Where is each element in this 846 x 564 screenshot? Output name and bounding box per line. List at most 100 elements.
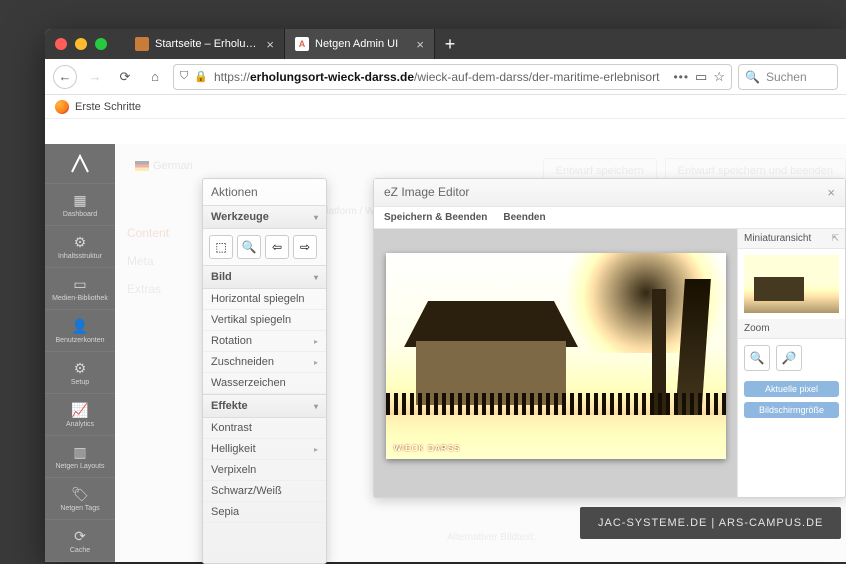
- url-text: https://erholungsort-wieck-darss.de/wiec…: [214, 70, 667, 84]
- zoom-in-icon: 🔍: [750, 351, 765, 365]
- traffic-close-icon[interactable]: [55, 38, 67, 50]
- zoom-actual-button[interactable]: Aktuelle pixel: [744, 381, 839, 397]
- rail-dashboard[interactable]: ▦Dashboard: [45, 184, 115, 226]
- thumbnail-image[interactable]: [744, 255, 839, 313]
- rail-tags[interactable]: 🏷Netgen Tags: [45, 478, 115, 520]
- firefox-icon: [55, 100, 69, 114]
- popout-icon[interactable]: ⇱: [831, 233, 839, 244]
- tab-label: Startseite – Erholungsort Wiec: [155, 38, 260, 50]
- image-icon: ▭: [73, 276, 86, 293]
- layout-icon: ▥: [73, 444, 86, 461]
- refresh-icon: ⟳: [74, 528, 86, 545]
- url-field[interactable]: ⛉ 🔒 https://erholungsort-wieck-darss.de/…: [173, 64, 732, 90]
- action-bw[interactable]: Schwarz/Weiß: [203, 481, 326, 502]
- rail-layouts[interactable]: ▥Netgen Layouts: [45, 436, 115, 478]
- section-image[interactable]: Bild▾: [203, 265, 326, 289]
- chevron-right-icon: ▸: [314, 445, 318, 454]
- tab-label: Netgen Admin UI: [315, 38, 410, 50]
- rail-users[interactable]: 👤Benutzerkonten: [45, 310, 115, 352]
- chevron-down-icon: ▾: [314, 273, 318, 282]
- page-actions-icon[interactable]: •••: [673, 70, 689, 84]
- user-icon: 👤: [71, 318, 88, 335]
- zoom-title: Zoom: [744, 323, 770, 334]
- rail-analytics[interactable]: 📈Analytics: [45, 394, 115, 436]
- left-rail: ▦Dashboard ⚙Inhaltsstruktur ▭Medien-Bibl…: [45, 144, 115, 562]
- search-field[interactable]: 🔍 Suchen: [738, 64, 838, 90]
- image-editor-modal: eZ Image Editor × Speichern & Beenden Be…: [373, 178, 846, 498]
- traffic-min-icon[interactable]: [75, 38, 87, 50]
- close-icon[interactable]: ×: [827, 185, 835, 200]
- favicon-icon: A: [295, 37, 309, 51]
- reload-button[interactable]: ⟳: [113, 65, 137, 89]
- tool-undo[interactable]: ⇦: [265, 235, 289, 259]
- actions-panel: Aktionen Werkzeuge▾ ⬚ 🔍 ⇦ ⇨ Bild▾ Horizo…: [202, 178, 327, 564]
- chevron-right-icon: ▸: [314, 358, 318, 367]
- thumbnail-title: Miniaturansicht: [744, 233, 811, 244]
- bookmarks-bar: Erste Schritte: [45, 95, 846, 119]
- action-pixelate[interactable]: Verpixeln: [203, 460, 326, 481]
- rail-setup[interactable]: ⚙Setup: [45, 352, 115, 394]
- close-button[interactable]: Beenden: [503, 212, 545, 223]
- tree-icon: ⚙: [74, 234, 87, 251]
- editor-image[interactable]: WIECK DARSS: [386, 253, 726, 459]
- chart-icon: 📈: [71, 402, 88, 419]
- home-button[interactable]: ⌂: [143, 65, 167, 89]
- credit-badge: JAC-SYSTEME.DE | ARS-CAMPUS.DE: [580, 507, 841, 539]
- editor-title: eZ Image Editor: [384, 185, 469, 200]
- gear-icon: ⚙: [74, 360, 87, 377]
- rail-content-tree[interactable]: ⚙Inhaltsstruktur: [45, 226, 115, 268]
- action-flip-v[interactable]: Vertikal spiegeln: [203, 310, 326, 331]
- tag-icon: 🏷: [71, 486, 89, 503]
- chevron-right-icon: ▸: [314, 337, 318, 346]
- tab-strip: Startseite – Erholungsort Wiec × A Netge…: [45, 29, 846, 59]
- actions-title: Aktionen: [203, 179, 326, 205]
- undo-icon: ⇦: [272, 240, 282, 254]
- grid-icon: ▦: [73, 192, 86, 209]
- reader-icon[interactable]: ▭: [695, 69, 707, 85]
- redo-icon: ⇨: [300, 240, 310, 254]
- forward-button[interactable]: →: [83, 65, 107, 89]
- favicon-icon: [135, 37, 149, 51]
- search-placeholder: Suchen: [766, 70, 807, 84]
- chevron-down-icon: ▾: [314, 402, 318, 411]
- save-and-close-button[interactable]: Speichern & Beenden: [384, 212, 487, 223]
- new-tab-button[interactable]: +: [435, 29, 465, 59]
- search-icon: 🔍: [745, 70, 760, 84]
- zoom-fit-button[interactable]: Bildschirmgröße: [744, 402, 839, 418]
- editor-canvas-area: WIECK DARSS: [374, 229, 737, 497]
- editor-sidebar: Miniaturansicht ⇱ Zoom 🔍 🔎 Aktuelle pixel…: [737, 229, 845, 497]
- magnifier-icon: 🔍: [242, 240, 257, 254]
- bookmark-item[interactable]: Erste Schritte: [75, 101, 141, 113]
- chevron-down-icon: ▾: [314, 213, 318, 222]
- traffic-max-icon[interactable]: [95, 38, 107, 50]
- back-button[interactable]: ←: [53, 65, 77, 89]
- close-icon[interactable]: ×: [266, 37, 274, 52]
- shield-icon: ⛉: [180, 70, 188, 83]
- tool-redo[interactable]: ⇨: [293, 235, 317, 259]
- bookmark-star-icon[interactable]: ☆: [713, 69, 725, 85]
- action-contrast[interactable]: Kontrast: [203, 418, 326, 439]
- action-sepia[interactable]: Sepia: [203, 502, 326, 523]
- section-tools[interactable]: Werkzeuge▾: [203, 205, 326, 229]
- tool-zoom[interactable]: 🔍: [237, 235, 261, 259]
- tab-2[interactable]: A Netgen Admin UI ×: [285, 29, 435, 59]
- action-rotate[interactable]: Rotation▸: [203, 331, 326, 352]
- action-brightness[interactable]: Helligkeit▸: [203, 439, 326, 460]
- section-effects[interactable]: Effekte▾: [203, 394, 326, 418]
- zoom-out-icon: 🔎: [782, 351, 797, 365]
- action-flip-h[interactable]: Horizontal spiegeln: [203, 289, 326, 310]
- image-watermark: WIECK DARSS: [394, 444, 461, 453]
- zoom-out-button[interactable]: 🔎: [776, 345, 802, 371]
- lock-icon: 🔒: [194, 70, 208, 83]
- address-bar: ← → ⟳ ⌂ ⛉ 🔒 https://erholungsort-wieck-d…: [45, 59, 846, 95]
- tool-select[interactable]: ⬚: [209, 235, 233, 259]
- action-watermark[interactable]: Wasserzeichen: [203, 373, 326, 394]
- close-icon[interactable]: ×: [416, 37, 424, 52]
- rail-media[interactable]: ▭Medien-Bibliothek: [45, 268, 115, 310]
- rail-cache[interactable]: ⟳Cache: [45, 520, 115, 562]
- zoom-in-button[interactable]: 🔍: [744, 345, 770, 371]
- app-logo[interactable]: [45, 144, 115, 184]
- marquee-icon: ⬚: [215, 240, 226, 254]
- tab-1[interactable]: Startseite – Erholungsort Wiec ×: [125, 29, 285, 59]
- action-crop[interactable]: Zuschneiden▸: [203, 352, 326, 373]
